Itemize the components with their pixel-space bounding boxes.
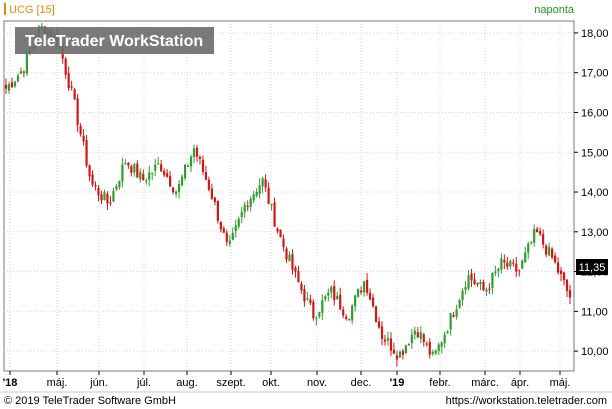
x-tick-label: febr. — [429, 377, 450, 389]
candle — [458, 298, 461, 309]
y-tick-label: 16,00 — [581, 107, 609, 119]
y-tick-label: 10,00 — [581, 346, 609, 358]
plot-frame — [3, 20, 575, 372]
price-chart: 10,0011,0012,0013,0014,0015,0016,0017,00… — [0, 3, 612, 407]
x-tick-label: márc. — [471, 377, 499, 389]
candle — [183, 163, 187, 181]
candle — [374, 305, 378, 323]
candle — [521, 259, 524, 270]
x-tick-label: máj. — [47, 377, 68, 389]
x-tick-label: okt. — [262, 377, 280, 389]
last-price-tag: 11,35 — [576, 259, 608, 275]
period-label: naponta — [534, 4, 575, 16]
x-tick-label: aug. — [176, 377, 197, 389]
x-tick-label: '19 — [390, 377, 405, 389]
symbol-label: UCG [15] — [9, 4, 55, 16]
candle — [312, 299, 315, 321]
candle — [279, 229, 282, 238]
last-price-value: 11,35 — [579, 262, 606, 274]
footer-copyright: © 2019 TeleTrader Software GmbH — [4, 395, 176, 407]
candle — [357, 288, 360, 298]
watermark-text: TeleTrader WorkStation — [25, 33, 203, 50]
y-tick-label: 15,00 — [581, 147, 609, 159]
x-tick-label: ápr. — [511, 377, 529, 389]
x-tick-label: máj. — [550, 377, 571, 389]
footer-url[interactable]: https://workstation.teletrader.com — [446, 395, 607, 407]
candle — [73, 87, 76, 101]
x-tick-label: dec. — [351, 377, 372, 389]
x-tick-label: szept. — [216, 377, 245, 389]
y-tick-label: 13,00 — [581, 227, 609, 239]
x-tick-label: júl. — [136, 377, 151, 389]
symbol-marker — [4, 3, 6, 15]
x-tick-label: nov. — [307, 377, 327, 389]
y-tick-label: 14,00 — [581, 187, 609, 199]
y-tick-label: 17,00 — [581, 68, 609, 80]
y-tick-label: 11,00 — [581, 306, 608, 318]
x-tick-label: jún. — [89, 377, 108, 389]
y-axis: 10,0011,0012,0013,0014,0015,0016,0017,00… — [574, 28, 609, 358]
x-tick-label: '18 — [3, 377, 18, 389]
candle — [216, 200, 219, 224]
y-tick-label: 18,00 — [581, 28, 609, 40]
x-axis: '18 máj. jún. júl. aug. szept. okt. nov. dec. '19… — [3, 371, 571, 389]
